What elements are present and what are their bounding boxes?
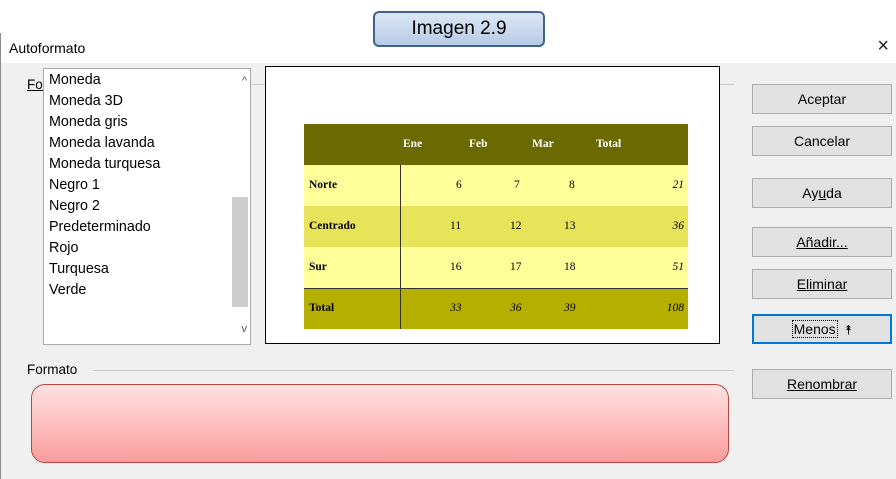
scroll-thumb[interactable] (232, 197, 248, 307)
table-cell: 33 (450, 302, 462, 314)
row-label: Sur (309, 261, 327, 273)
list-item[interactable]: Negro 1 (49, 177, 100, 193)
row-bg-sur (304, 247, 688, 288)
row-bg-centrado (304, 206, 688, 247)
row-label: Norte (309, 179, 338, 191)
help-button[interactable]: Ayuda (752, 178, 892, 208)
figure-caption: Imagen 2.9 (373, 11, 545, 47)
close-icon[interactable]: × (877, 36, 889, 56)
table-cell: 108 (666, 302, 684, 314)
table-cell: 7 (514, 179, 520, 191)
header-row-bg (304, 124, 688, 165)
table-cell: 13 (564, 220, 576, 232)
group-separator (93, 370, 734, 371)
list-item[interactable]: Rojo (49, 240, 78, 256)
list-item[interactable]: Moneda 3D (49, 93, 123, 109)
table-cell: 17 (510, 261, 522, 273)
list-item[interactable]: Negro 2 (49, 198, 100, 214)
list-item[interactable]: Predeterminado (49, 219, 151, 235)
dialog-title: Autoformato (9, 40, 86, 56)
header-cell: Mar (532, 138, 554, 150)
cancel-button[interactable]: Cancelar (752, 126, 892, 156)
row-bg-norte (304, 165, 688, 206)
table-cell: 16 (450, 261, 462, 273)
list-item[interactable]: Moneda (49, 72, 101, 88)
list-item[interactable]: Moneda turquesa (49, 156, 160, 172)
row-label: Centrado (309, 220, 356, 232)
row-label: Total (309, 302, 335, 314)
preview-panel: Ene Feb Mar Total Norte 6 7 8 21 Centrad… (265, 66, 720, 344)
rename-button[interactable]: Renombrar (752, 369, 892, 399)
total-divider (304, 288, 688, 289)
list-item[interactable]: Turquesa (49, 261, 109, 277)
list-item[interactable]: Verde (49, 282, 86, 298)
list-item[interactable]: Moneda lavanda (49, 135, 155, 151)
autoformat-dialog: Autoformato × Formato Moneda Moneda 3D M… (0, 33, 896, 479)
table-cell: 21 (672, 179, 685, 191)
table-cell: 36 (510, 302, 522, 314)
table-cell: 8 (569, 179, 575, 191)
table-cell: 18 (564, 261, 576, 273)
table-cell: 6 (456, 179, 462, 191)
header-cell: Ene (403, 138, 423, 150)
table-cell: 51 (672, 261, 685, 273)
less-button[interactable]: Menos ⯭ (752, 314, 892, 344)
formatting-group-label: Formato (27, 362, 78, 377)
scroll-up-icon[interactable]: ^ (242, 75, 247, 87)
header-cell: Total (596, 138, 622, 150)
delete-button[interactable]: Eliminar (752, 269, 892, 299)
column-divider (400, 165, 401, 329)
scroll-down-icon[interactable]: v (242, 323, 248, 335)
accept-button[interactable]: Aceptar (752, 84, 892, 114)
total-row-bg (304, 288, 688, 329)
collapse-icon: ⯭ (844, 322, 853, 337)
header-cell: Feb (469, 138, 488, 150)
format-listbox[interactable]: Moneda Moneda 3D Moneda gris Moneda lava… (43, 68, 251, 345)
preview-table: Ene Feb Mar Total Norte 6 7 8 21 Centrad… (304, 124, 688, 329)
list-item[interactable]: Moneda gris (49, 114, 128, 130)
table-cell: 36 (672, 220, 685, 232)
add-button[interactable]: Añadir... (752, 227, 892, 257)
table-cell: 12 (510, 220, 522, 232)
table-cell: 11 (450, 220, 462, 232)
highlight-box (31, 384, 729, 463)
less-label: Menos (791, 320, 838, 338)
table-cell: 39 (564, 302, 576, 314)
list-scrollbar[interactable]: ^ v (231, 69, 250, 344)
